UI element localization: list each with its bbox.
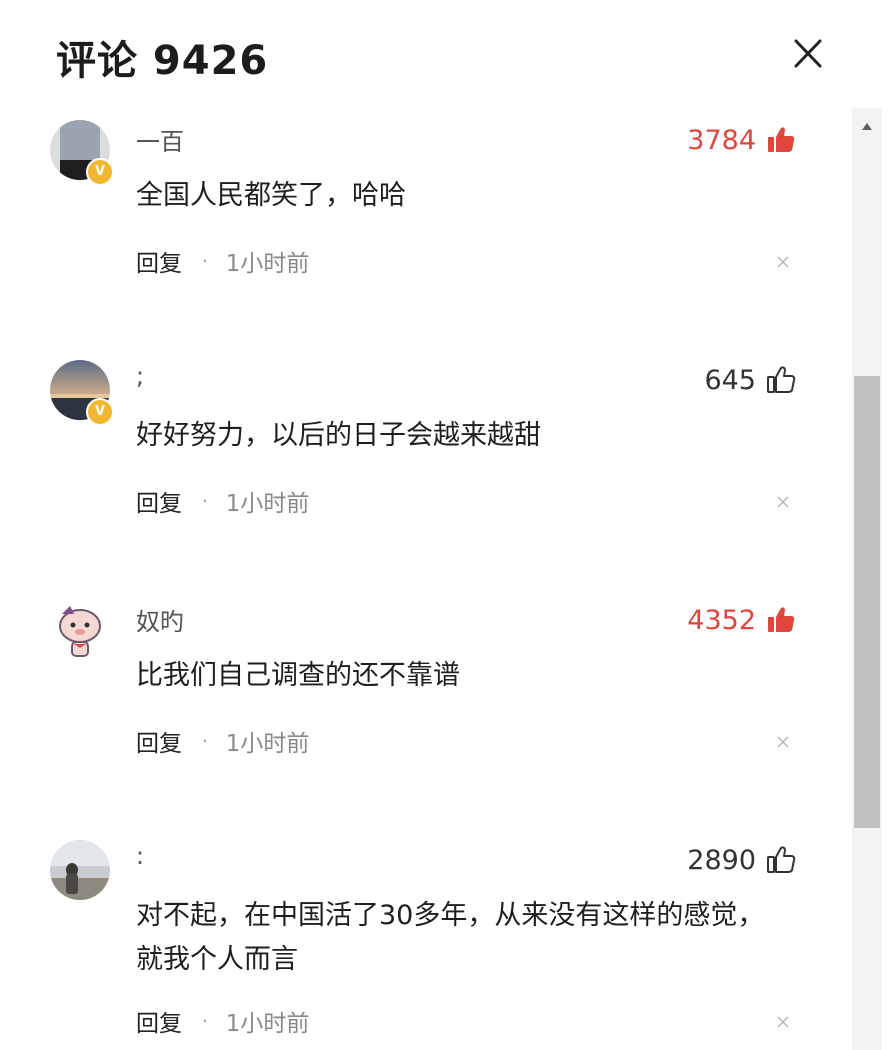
comment-text-line: 就我个人而言 (136, 944, 298, 975)
comment-text: 全国人民都笑了，哈哈 (136, 180, 406, 211)
like-button[interactable]: 2890 (687, 840, 796, 880)
like-count: 2890 (687, 844, 756, 876)
like-button[interactable]: 4352 (687, 600, 796, 640)
separator-dot: · (202, 730, 208, 752)
like-count: 645 (704, 364, 756, 396)
reply-button[interactable]: 回复 (136, 244, 182, 278)
dismiss-button[interactable] (774, 1013, 792, 1031)
like-button[interactable]: 645 (704, 360, 796, 400)
dismiss-x-icon (777, 1016, 789, 1028)
comment-username[interactable]: : (136, 842, 144, 872)
dismiss-button[interactable] (774, 253, 792, 271)
like-count: 4352 (687, 604, 756, 636)
comments-panel: 评论 9426 V 一百 3784 全国人民都笑了，哈哈 回复 · 1小时前 V… (0, 0, 892, 1050)
thumbs-up-icon (768, 607, 795, 632)
dismiss-x-icon (777, 496, 789, 508)
thumbs-up-icon (768, 127, 795, 152)
verified-badge-icon: V (86, 398, 114, 426)
comment-text: 好好努力，以后的日子会越来越甜 (136, 420, 541, 451)
comment-time: 1小时前 (225, 251, 310, 277)
comment-meta: 回复 · 1小时前 (136, 724, 309, 758)
avatar[interactable] (50, 600, 110, 660)
comment-item: V 一百 3784 全国人民都笑了，哈哈 回复 · 1小时前 (0, 100, 852, 340)
comment-meta: 回复 · 1小时前 (136, 484, 309, 518)
dismiss-button[interactable] (774, 493, 792, 511)
dismiss-x-icon (777, 736, 789, 748)
comment-text: 对不起，在中国活了30多年，从来没有这样的感觉， 就我个人而言 (136, 894, 796, 982)
avatar[interactable] (50, 840, 110, 900)
thumbs-up-icon (767, 366, 796, 393)
dismiss-button[interactable] (774, 733, 792, 751)
avatar[interactable]: V (50, 120, 114, 186)
comment-item: 奴旳 4352 比我们自己调查的还不靠谱 回复 · 1小时前 (0, 580, 852, 820)
comment-list[interactable]: V 一百 3784 全国人民都笑了，哈哈 回复 · 1小时前 V ; 645 好… (0, 100, 852, 1050)
comment-meta: 回复 · 1小时前 (136, 244, 309, 278)
close-button[interactable] (788, 36, 828, 72)
like-button[interactable]: 3784 (687, 120, 796, 160)
comment-username[interactable]: 奴旳 (136, 602, 184, 632)
panel-edge (882, 0, 892, 1050)
comment-item: : 2890 对不起，在中国活了30多年，从来没有这样的感觉， 就我个人而言 回… (0, 820, 852, 1050)
comment-time: 1小时前 (225, 731, 310, 757)
close-icon (794, 39, 822, 68)
scrollbar-thumb[interactable] (854, 376, 880, 828)
comment-time: 1小时前 (225, 1011, 310, 1037)
comment-username[interactable]: ; (136, 362, 144, 392)
comment-text-line: 对不起，在中国活了30多年，从来没有这样的感觉， (136, 900, 765, 931)
reply-button[interactable]: 回复 (136, 484, 182, 518)
comment-username[interactable]: 一百 (136, 122, 184, 152)
separator-dot: · (202, 1010, 208, 1032)
comment-time: 1小时前 (225, 491, 310, 517)
dismiss-x-icon (777, 256, 789, 268)
reply-button[interactable]: 回复 (136, 724, 182, 758)
separator-dot: · (202, 490, 208, 512)
vertical-scrollbar[interactable] (852, 108, 882, 1050)
verified-badge-icon: V (86, 158, 114, 186)
thumbs-up-icon (767, 846, 796, 873)
reply-button[interactable]: 回复 (136, 1004, 182, 1038)
avatar[interactable]: V (50, 360, 114, 426)
like-count: 3784 (687, 124, 756, 156)
triangle-up-icon (862, 123, 872, 130)
separator-dot: · (202, 250, 208, 272)
comment-text: 比我们自己调查的还不靠谱 (136, 660, 460, 691)
comments-title: 评论 9426 (56, 38, 269, 84)
comment-meta: 回复 · 1小时前 (136, 1004, 309, 1038)
scroll-up-button[interactable] (859, 118, 875, 132)
comment-item: V ; 645 好好努力，以后的日子会越来越甜 回复 · 1小时前 (0, 340, 852, 580)
